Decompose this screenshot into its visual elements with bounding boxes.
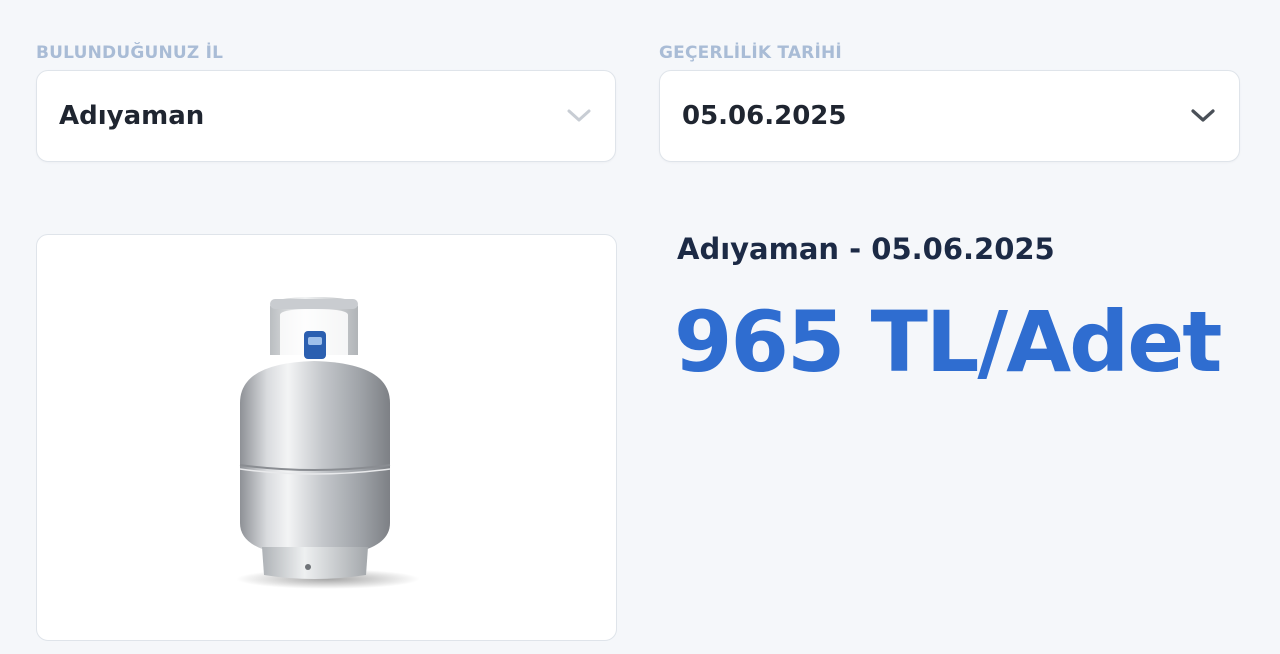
validity-date-select-value: 05.06.2025	[682, 101, 847, 131]
province-select[interactable]: Adıyaman	[36, 70, 616, 162]
chevron-down-icon	[1191, 109, 1215, 122]
validity-date-label: GEÇERLİLİK TARİHİ	[659, 43, 842, 63]
chevron-down-icon	[567, 109, 591, 122]
province-select-value: Adıyaman	[59, 101, 205, 131]
province-label: BULUNDUĞUNUZ İL	[36, 43, 224, 63]
product-image-card	[36, 234, 617, 641]
result-heading: Adıyaman - 05.06.2025	[677, 232, 1055, 266]
gas-cylinder-icon	[236, 297, 420, 589]
price-value: 965 TL/Adet	[674, 293, 1222, 391]
validity-date-select[interactable]: 05.06.2025	[659, 70, 1240, 162]
